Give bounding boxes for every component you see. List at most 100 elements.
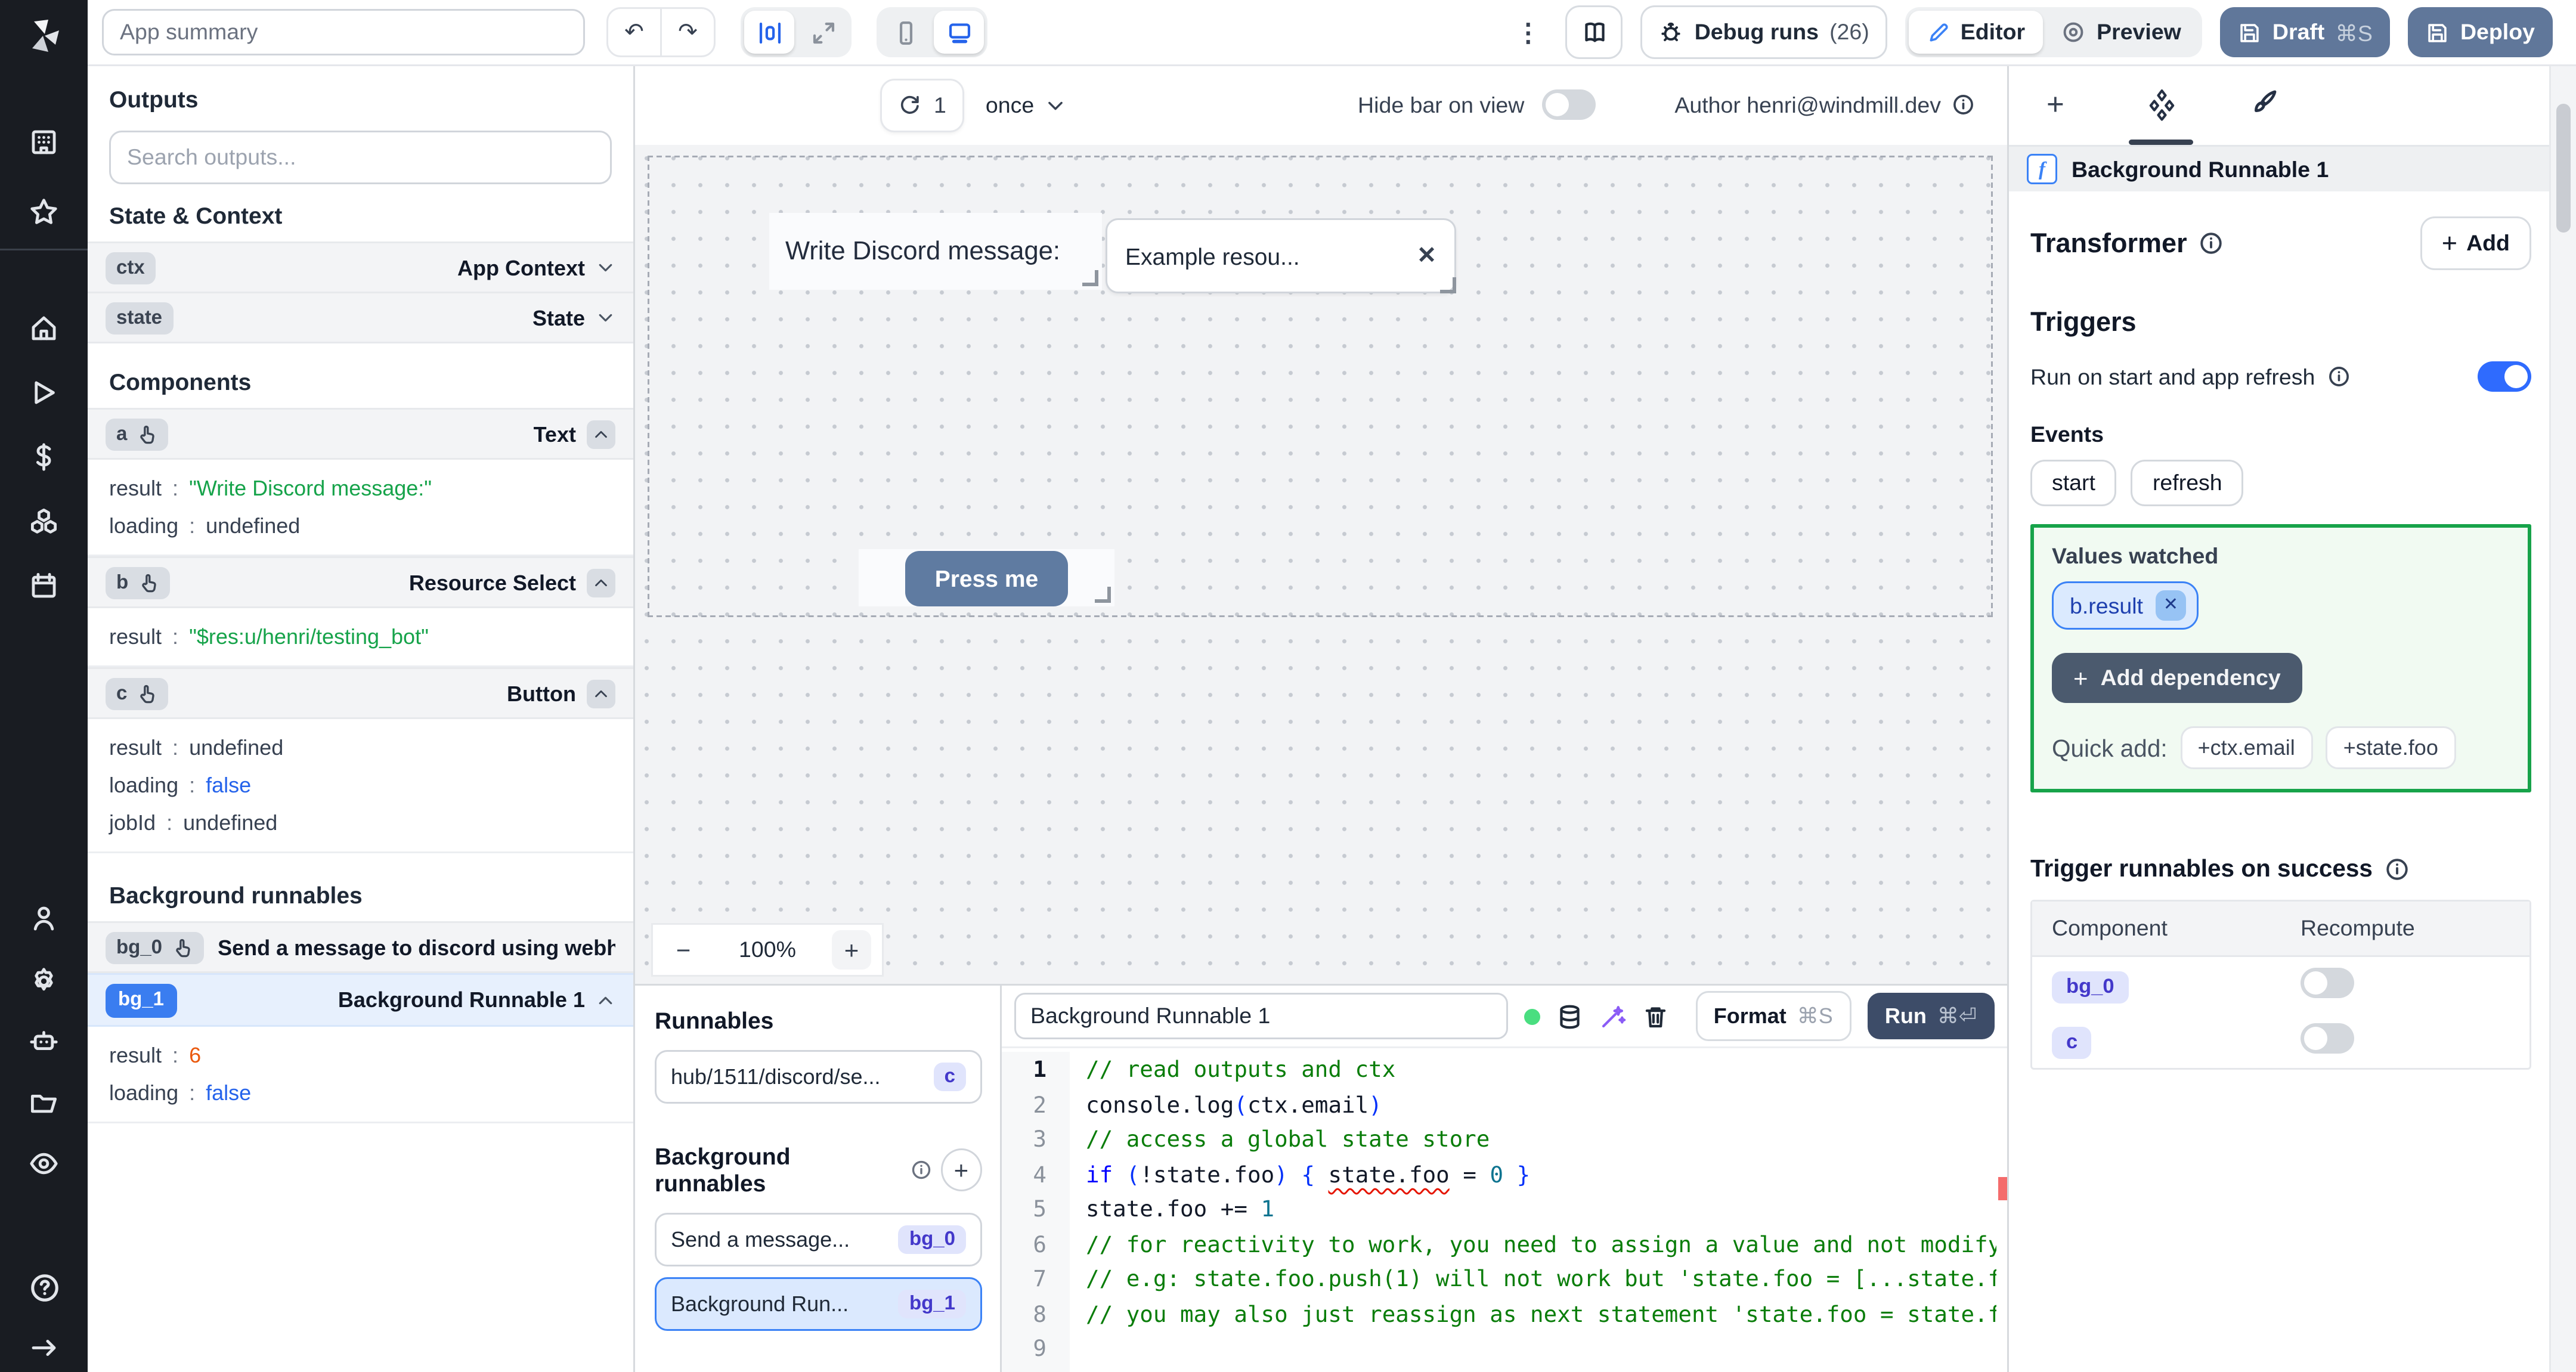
ai-wand-icon[interactable] xyxy=(1599,1003,1626,1030)
events-label: Events xyxy=(2030,422,2104,447)
chevron-down-icon[interactable] xyxy=(596,308,615,327)
add-background-runnable-button[interactable]: + xyxy=(940,1148,982,1191)
resize-handle[interactable] xyxy=(1082,270,1098,286)
watched-dependency-chip[interactable]: b.result ✕ xyxy=(2052,581,2199,630)
zoom-in-button[interactable]: + xyxy=(832,930,871,970)
desktop-view-icon[interactable] xyxy=(934,11,984,54)
add-dependency-button[interactable]: + Add dependency xyxy=(2052,653,2302,703)
device-toggle-group xyxy=(877,7,987,57)
undo-redo-group: ↶ ↷ xyxy=(606,7,716,57)
app-summary-input[interactable] xyxy=(102,9,585,55)
collapse-arrow-icon[interactable] xyxy=(0,1333,88,1363)
center-layout-icon[interactable] xyxy=(744,11,794,54)
quick-add-ctx-email[interactable]: +ctx.email xyxy=(2179,726,2313,769)
clear-x-icon[interactable]: ✕ xyxy=(1417,241,1436,270)
home-icon[interactable] xyxy=(0,313,88,343)
row-component-badge: bg_0 xyxy=(2052,971,2129,1004)
search-outputs-input[interactable] xyxy=(111,145,610,170)
tab-styling-brush-icon[interactable] xyxy=(2249,88,2279,118)
info-icon[interactable] xyxy=(2198,231,2223,256)
delete-trash-icon[interactable] xyxy=(1642,1003,1669,1030)
cache-db-icon[interactable] xyxy=(1556,1003,1583,1030)
event-chip-start[interactable]: start xyxy=(2030,460,2117,506)
state-row[interactable]: state State xyxy=(88,293,633,343)
settings-gear-icon[interactable] xyxy=(0,966,88,996)
trigger-runnables-title: Trigger runnables on success xyxy=(2030,855,2531,882)
recompute-toggle-c[interactable] xyxy=(2301,1022,2354,1053)
remove-dependency-x-icon[interactable]: ✕ xyxy=(2156,590,2186,621)
docs-book-button[interactable] xyxy=(1565,5,1623,59)
tab-editor[interactable]: Editor xyxy=(1908,11,2044,54)
collapse-chevron-up-icon[interactable] xyxy=(587,419,615,448)
redo-button[interactable]: ↷ xyxy=(660,9,714,55)
more-menu-kebab-icon[interactable]: ⋮ xyxy=(1509,17,1548,48)
component-a-header[interactable]: a Text xyxy=(88,408,633,460)
deploy-button[interactable]: Deploy xyxy=(2408,7,2553,57)
component-b-header[interactable]: b Resource Select xyxy=(88,556,633,608)
undo-button[interactable]: ↶ xyxy=(608,9,660,55)
workers-robot-icon[interactable] xyxy=(0,1027,88,1057)
quick-add-state-foo[interactable]: +state.foo xyxy=(2325,726,2456,769)
press-me-button[interactable]: Press me xyxy=(904,550,1069,606)
refresh-mode-dropdown[interactable]: once xyxy=(986,92,1066,117)
schedules-calendar-icon[interactable] xyxy=(0,571,88,601)
collapse-chevron-up-icon[interactable] xyxy=(587,679,615,708)
help-icon[interactable] xyxy=(0,1272,88,1304)
collapse-chevron-up-icon[interactable] xyxy=(587,568,615,597)
function-icon: f xyxy=(2027,154,2057,184)
component-a-id: a xyxy=(116,423,128,445)
info-icon[interactable] xyxy=(1952,93,1975,116)
window-scrollbar[interactable] xyxy=(2549,0,2576,1372)
recompute-toggle-bg0[interactable] xyxy=(2301,967,2354,998)
refresh-count-button[interactable]: 1 xyxy=(880,78,964,132)
runnable-item-bg1-selected[interactable]: Background Run... bg_1 xyxy=(655,1277,982,1331)
info-icon[interactable] xyxy=(2385,856,2410,881)
workspace-icon[interactable] xyxy=(0,127,88,157)
kv-value: undefined xyxy=(189,734,284,760)
resources-cubes-icon[interactable] xyxy=(0,506,88,537)
zoom-out-button[interactable]: − xyxy=(664,930,703,970)
info-icon[interactable] xyxy=(910,1159,931,1181)
scrollbar-thumb[interactable] xyxy=(2556,104,2571,233)
mobile-view-icon[interactable] xyxy=(880,11,930,54)
variables-dollar-icon[interactable] xyxy=(0,442,88,472)
tab-preview[interactable]: Preview xyxy=(2043,11,2199,54)
runnable-item-bg0[interactable]: Send a message... bg_0 xyxy=(655,1213,982,1266)
selected-runnable-header[interactable]: f Background Runnable 1 xyxy=(2009,145,2553,191)
resize-handle[interactable] xyxy=(1440,277,1456,293)
run-on-start-toggle[interactable] xyxy=(2478,361,2531,392)
runs-play-icon[interactable] xyxy=(0,377,88,408)
debug-runs-button[interactable]: Debug runs (26) xyxy=(1640,5,1887,59)
table-header: Component Recompute xyxy=(2032,902,2529,957)
tab-insert-plus-icon[interactable]: + xyxy=(2046,88,2064,123)
run-label: Run xyxy=(1884,1004,1927,1029)
bg1-row-selected[interactable]: bg_1 Background Runnable 1 xyxy=(88,973,633,1027)
collapse-chevron-up-icon[interactable] xyxy=(596,990,615,1010)
hide-bar-toggle[interactable] xyxy=(1542,89,1596,120)
code-editor[interactable]: 12 34 56 78 910 // read outputs and ctx … xyxy=(1002,1046,2007,1372)
runnable-item-main[interactable]: hub/1511/discord/se... c xyxy=(655,1050,982,1104)
favorites-star-icon[interactable] xyxy=(0,197,88,227)
windmill-logo-icon[interactable] xyxy=(0,14,88,57)
folders-icon[interactable] xyxy=(0,1088,88,1118)
audit-eye-icon[interactable] xyxy=(0,1148,88,1179)
add-transformer-button[interactable]: + Add xyxy=(2420,216,2531,270)
format-button[interactable]: Format ⌘S xyxy=(1695,991,1851,1041)
runnable-name-input[interactable] xyxy=(1014,993,1508,1039)
user-icon[interactable] xyxy=(0,903,88,934)
bg0-row[interactable]: bg_0 Send a message to discord using web… xyxy=(88,921,633,973)
event-chip-refresh[interactable]: refresh xyxy=(2131,460,2244,506)
resource-select-component[interactable]: Example resou... ✕ xyxy=(1106,218,1456,293)
draft-button[interactable]: Draft ⌘S xyxy=(2220,7,2391,57)
component-c-header[interactable]: c Button xyxy=(88,667,633,719)
text-component[interactable]: Write Discord message: xyxy=(769,213,1102,290)
info-icon[interactable] xyxy=(2327,365,2351,388)
tab-components-icon[interactable] xyxy=(2145,88,2179,122)
fullscreen-icon[interactable] xyxy=(798,11,848,54)
ctx-row[interactable]: ctx App Context xyxy=(88,241,633,293)
chevron-down-icon[interactable] xyxy=(596,258,615,277)
run-button[interactable]: Run ⌘⏎ xyxy=(1866,993,1995,1039)
app-canvas[interactable]: Write Discord message: Example resou... … xyxy=(633,145,2007,986)
resize-handle[interactable] xyxy=(1095,587,1111,603)
component-c-type: Button xyxy=(507,680,576,706)
